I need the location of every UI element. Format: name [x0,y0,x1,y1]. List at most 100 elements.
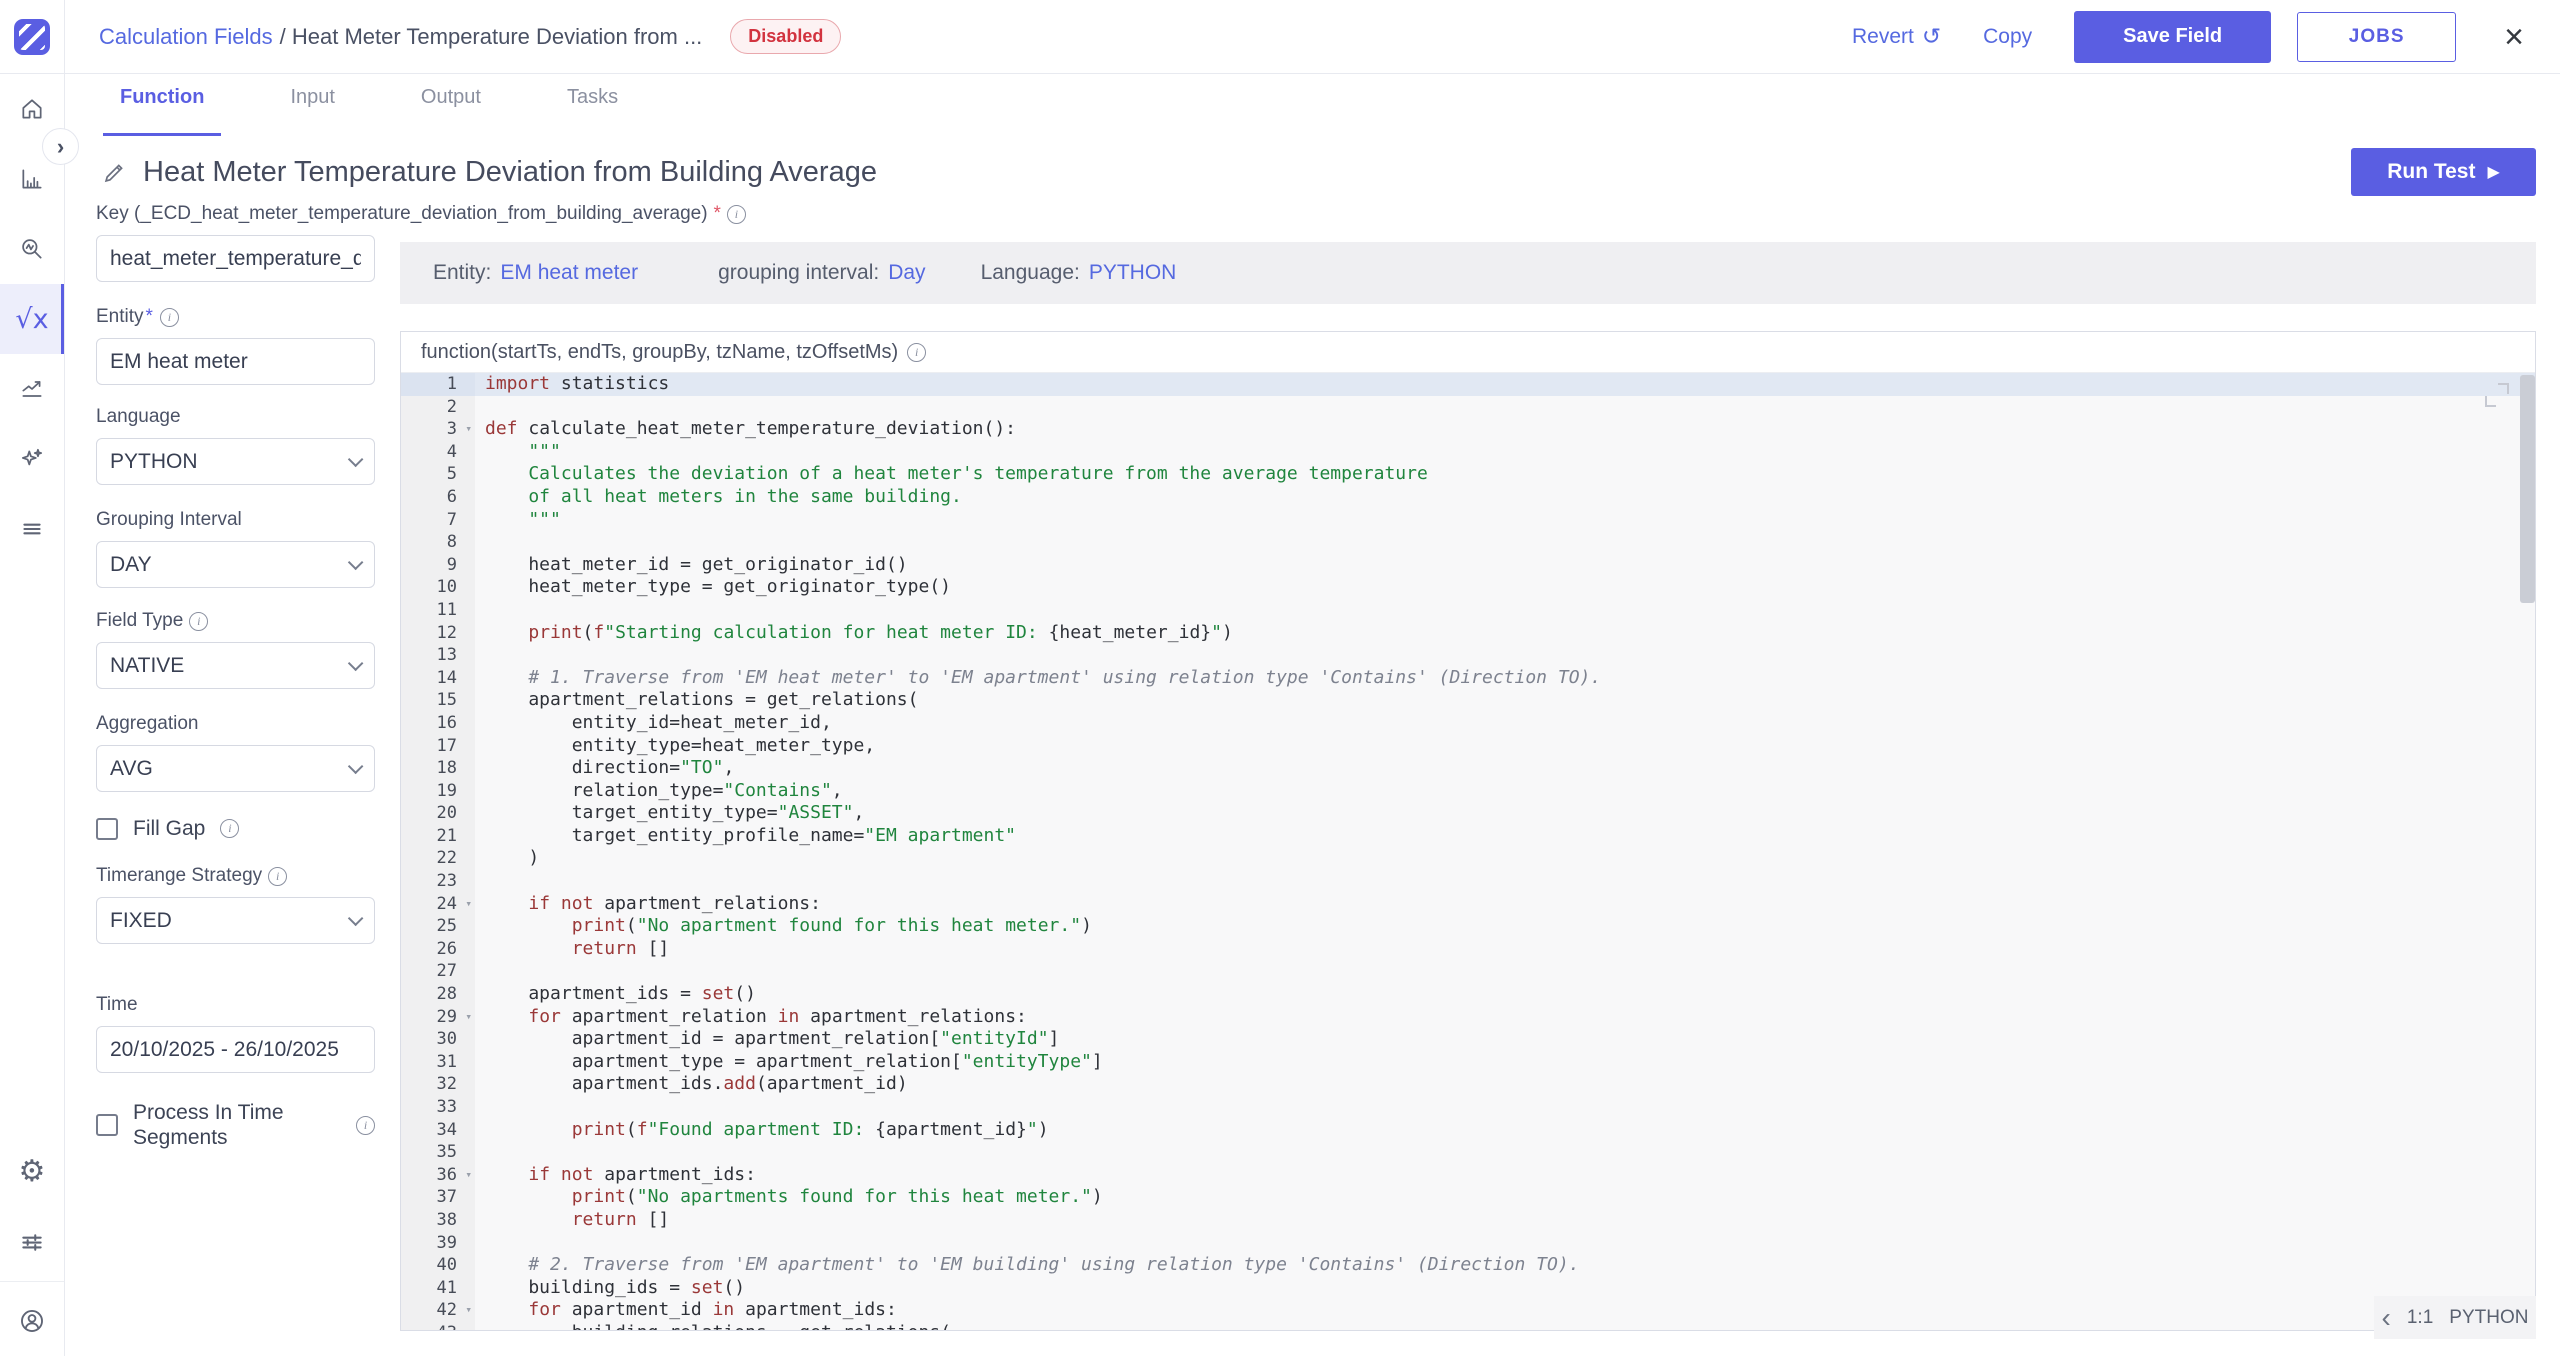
config-summary-bar: Entity: EM heat meter grouping interval:… [400,242,2536,304]
top-bar: Calculation Fields / Heat Meter Temperat… [0,0,2560,74]
page-title: Heat Meter Temperature Deviation from Bu… [143,156,877,189]
chevron-down-icon [348,555,364,571]
revert-button[interactable]: Revert ↺ [1852,25,1941,49]
app-logo-box [0,0,65,74]
info-icon[interactable]: i [220,819,239,838]
timerange-strategy-field-block: Timerange Strategy i FIXED [96,865,375,944]
fullscreen-expand-icon[interactable] [2485,383,2509,407]
home-icon [19,96,45,122]
info-icon[interactable]: i [356,1116,375,1135]
chevron-down-icon [348,656,364,672]
language-field-block: Language PYTHON [96,406,375,485]
title-row: Heat Meter Temperature Deviation from Bu… [101,148,2536,196]
chevron-down-icon [348,452,364,468]
editor-language-mode[interactable]: PYTHON [2449,1307,2528,1329]
info-icon[interactable]: i [907,343,926,362]
tab-output[interactable]: Output [404,74,498,136]
summary-language-value[interactable]: PYTHON [1089,261,1177,285]
summary-entity-value[interactable]: EM heat meter [500,261,638,285]
fill-gap-row: Fill Gap i [96,816,375,841]
timerange-strategy-select[interactable]: FIXED [96,897,375,944]
process-in-time-segments-label: Process In Time Segments [133,1100,315,1150]
sidebar-item-preferences[interactable] [0,1207,64,1277]
bar-chart-icon [19,166,45,192]
tab-input[interactable]: Input [273,74,351,136]
info-icon[interactable]: i [189,612,208,631]
aggregation-select[interactable]: AVG [96,745,375,792]
sqrt-icon: √x [15,304,48,335]
process-in-time-segments-checkbox[interactable] [96,1114,118,1136]
summary-grouping-label: grouping interval: [718,261,879,285]
editor-zoom-level: 1:1 [2407,1307,2433,1329]
code-area[interactable]: 1import statistics23▾def calculate_heat_… [401,373,2535,1330]
entity-field-block: Entity * i [96,306,375,385]
code-lines[interactable]: 1import statistics23▾def calculate_heat_… [401,373,2535,1330]
key-field-block: Key (_ECD_heat_meter_temperature_deviati… [96,203,375,282]
function-signature: function(startTs, endTs, groupBy, tzName… [421,341,898,364]
required-mark: * [714,203,721,225]
editor-status-bar: ‹ 1:1 PYTHON [2374,1296,2536,1339]
user-icon [18,1307,46,1335]
grouping-interval-select[interactable]: DAY [96,541,375,588]
breadcrumb-current: / Heat Meter Temperature Deviation from … [280,24,703,50]
key-label: Key (_ECD_heat_meter_temperature_deviati… [96,203,375,225]
sidebar-expand-button[interactable]: › [42,128,79,165]
time-range-input[interactable] [96,1026,375,1073]
language-select[interactable]: PYTHON [96,438,375,485]
chevron-right-icon: › [57,134,64,160]
tab-tasks[interactable]: Tasks [550,74,635,136]
required-mark: * [146,306,153,328]
grouping-interval-label: Grouping Interval [96,509,375,531]
run-test-button[interactable]: Run Test ▶ [2351,148,2536,196]
aggregation-field-block: Aggregation AVG [96,713,375,792]
info-icon[interactable]: i [160,308,179,327]
gear-icon: ⚙ [19,1157,46,1187]
fill-gap-checkbox[interactable] [96,818,118,840]
sidebar-item-settings[interactable]: ⚙ [0,1137,64,1207]
copy-button[interactable]: Copy [1983,25,2032,49]
editor-scrollbar-thumb[interactable] [2520,375,2535,603]
breadcrumb-link[interactable]: Calculation Fields [99,24,273,50]
grouping-interval-field-block: Grouping Interval DAY [96,509,375,588]
chevron-down-icon [348,759,364,775]
revert-icon: ↺ [1922,25,1941,48]
field-type-field-block: Field Type i NATIVE [96,610,375,689]
header-actions: Revert ↺ Copy Save Field JOBS × [1852,11,2524,63]
aggregation-label: Aggregation [96,713,375,735]
edit-title-icon[interactable] [101,159,128,186]
sidebar-item-monitoring[interactable] [0,214,64,284]
key-input[interactable] [96,235,375,282]
function-signature-bar: function(startTs, endTs, groupBy, tzName… [401,332,2535,373]
menu-icon [19,516,45,542]
field-type-label: Field Type i [96,610,375,632]
app-logo-icon[interactable] [14,19,50,55]
entity-input[interactable] [96,338,375,385]
sidebar-item-account[interactable] [0,1286,64,1356]
summary-grouping-value[interactable]: Day [888,261,925,285]
sidebar-item-calculated-fields[interactable]: √x [0,284,64,354]
close-icon[interactable]: × [2504,20,2524,54]
sidebar-item-ai[interactable] [0,424,64,494]
timerange-strategy-label: Timerange Strategy i [96,865,375,887]
save-field-button[interactable]: Save Field [2074,11,2271,63]
collapse-left-icon[interactable]: ‹ [2382,1304,2391,1332]
search-analytics-icon [19,236,45,262]
time-label: Time [96,994,375,1016]
info-icon[interactable]: i [268,867,287,886]
jobs-button[interactable]: JOBS [2297,12,2456,62]
status-badge: Disabled [730,19,841,55]
tab-bar: Function Input Output Tasks [65,74,687,136]
chevron-down-icon [348,911,364,927]
info-icon[interactable]: i [727,205,746,224]
trend-icon [19,376,45,402]
play-icon: ▶ [2487,162,2499,182]
language-label: Language [96,406,375,428]
field-type-select[interactable]: NATIVE [96,642,375,689]
sidebar-item-menu[interactable] [0,494,64,564]
tab-function[interactable]: Function [103,74,221,136]
summary-language-label: Language: [981,261,1080,285]
sidebar-item-trends[interactable] [0,354,64,424]
breadcrumb: Calculation Fields / Heat Meter Temperat… [99,24,702,50]
sparkles-icon [19,446,45,472]
icon-sidebar: √x ⚙ [0,74,65,1356]
